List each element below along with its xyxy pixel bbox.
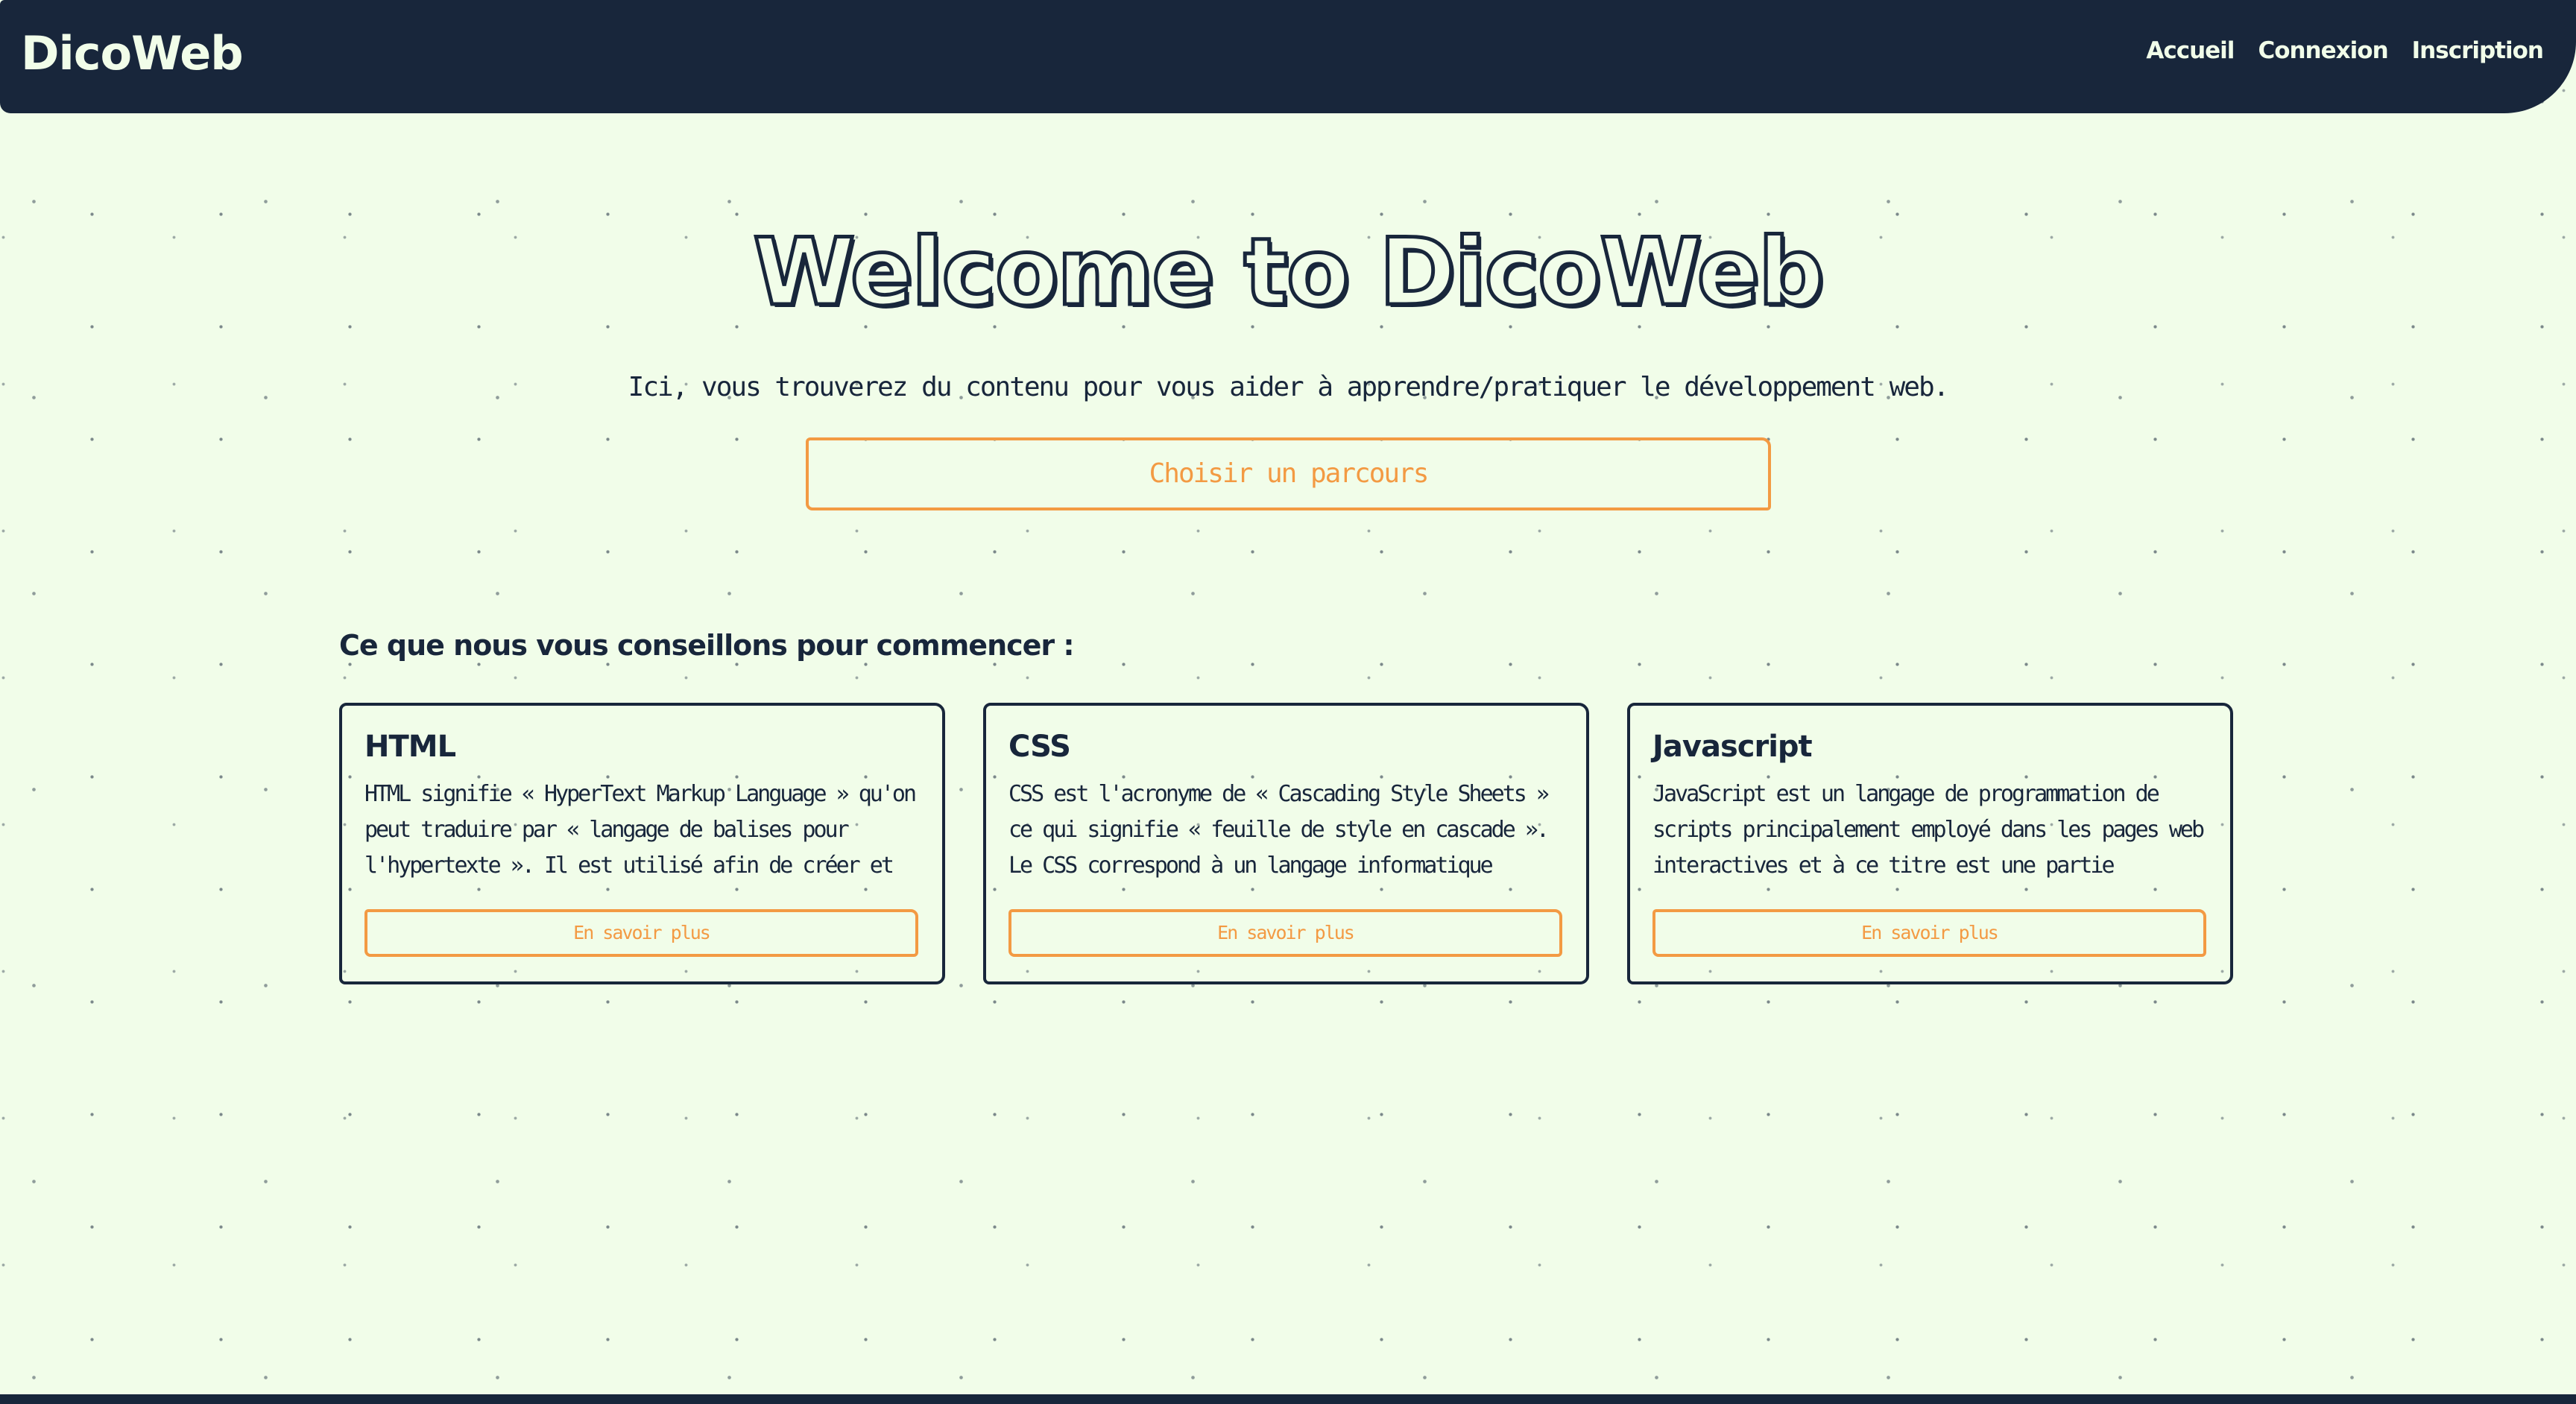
recommendations-heading: Ce que nous vous conseillons pour commen… — [339, 629, 1075, 662]
card-description: JavaScript est un langage de programmati… — [1652, 781, 2205, 879]
top-navbar: DicoWeb Accueil Connexion Inscription — [0, 0, 2576, 113]
card-css: CSS CSS est l'acronyme de « Cascading St… — [983, 703, 1589, 984]
learn-more-button[interactable]: En savoir plus — [364, 909, 918, 957]
card-description: CSS est l'acronyme de « Cascading Style … — [1008, 781, 1550, 879]
hero-subtitle: Ici, vous trouverez du contenu pour vous… — [628, 372, 1950, 402]
hero-title: Welcome to DicoWeb — [751, 218, 1826, 329]
card-title: Javascript — [1652, 730, 1813, 764]
nav-link-connexion[interactable]: Connexion — [2258, 33, 2388, 69]
nav-link-inscription[interactable]: Inscription — [2412, 33, 2544, 69]
brand-logo[interactable]: DicoWeb — [21, 21, 244, 86]
card-javascript: Javascript JavaScript est un langage de … — [1627, 703, 2233, 984]
choose-path-button[interactable]: Choisir un parcours — [806, 437, 1771, 510]
card-title: HTML — [364, 730, 456, 764]
learn-more-button[interactable]: En savoir plus — [1652, 909, 2206, 957]
card-description: HTML signifie « HyperText Markup Languag… — [364, 781, 917, 879]
learn-more-button[interactable]: En savoir plus — [1008, 909, 1562, 957]
nav-link-accueil[interactable]: Accueil — [2146, 33, 2235, 69]
nav-links: Accueil Connexion Inscription — [2146, 33, 2544, 69]
card-html: HTML HTML signifie « HyperText Markup La… — [339, 703, 945, 984]
card-title: CSS — [1008, 730, 1071, 764]
footer-bar — [0, 1394, 2576, 1404]
